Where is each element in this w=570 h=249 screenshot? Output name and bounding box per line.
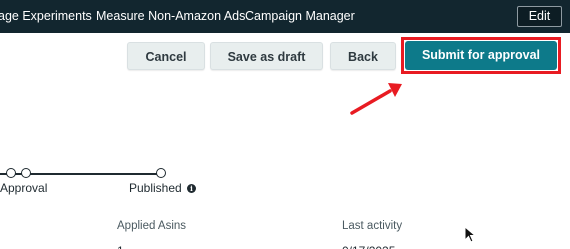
page: age Experiments Measure Non-Amazon Ads C… bbox=[0, 0, 570, 249]
step-label-published: Published bbox=[129, 181, 182, 195]
red-arrow-icon bbox=[350, 83, 402, 115]
step-label-approval: Approval bbox=[0, 181, 48, 195]
back-button[interactable]: Back bbox=[330, 42, 396, 70]
progress-step-dot-approval bbox=[21, 168, 31, 178]
submit-for-approval-button[interactable]: Submit for approval bbox=[405, 41, 557, 70]
save-as-draft-button[interactable]: Save as draft bbox=[210, 42, 323, 70]
top-navigation-bar: age Experiments Measure Non-Amazon Ads C… bbox=[0, 0, 570, 33]
cancel-button[interactable]: Cancel bbox=[127, 42, 205, 70]
mouse-cursor-icon bbox=[464, 226, 476, 243]
progress-step-dot-published bbox=[156, 168, 166, 178]
column-header-last-activity: Last activity bbox=[342, 220, 403, 232]
applied-asins-value: 1 bbox=[117, 244, 127, 249]
edit-button[interactable]: Edit bbox=[517, 6, 562, 27]
last-activity-value: 0/17/2025 bbox=[342, 244, 402, 249]
nav-item-campaign-manager[interactable]: Campaign Manager bbox=[245, 0, 355, 33]
nav-item-measure-non-amazon-ads[interactable]: Measure Non-Amazon Ads bbox=[96, 0, 245, 33]
info-icon[interactable]: i bbox=[187, 184, 196, 193]
progress-step-dot bbox=[6, 168, 16, 178]
nav-item-page-experiments[interactable]: age Experiments bbox=[0, 0, 92, 33]
column-header-applied-asins: Applied Asins bbox=[117, 220, 187, 232]
